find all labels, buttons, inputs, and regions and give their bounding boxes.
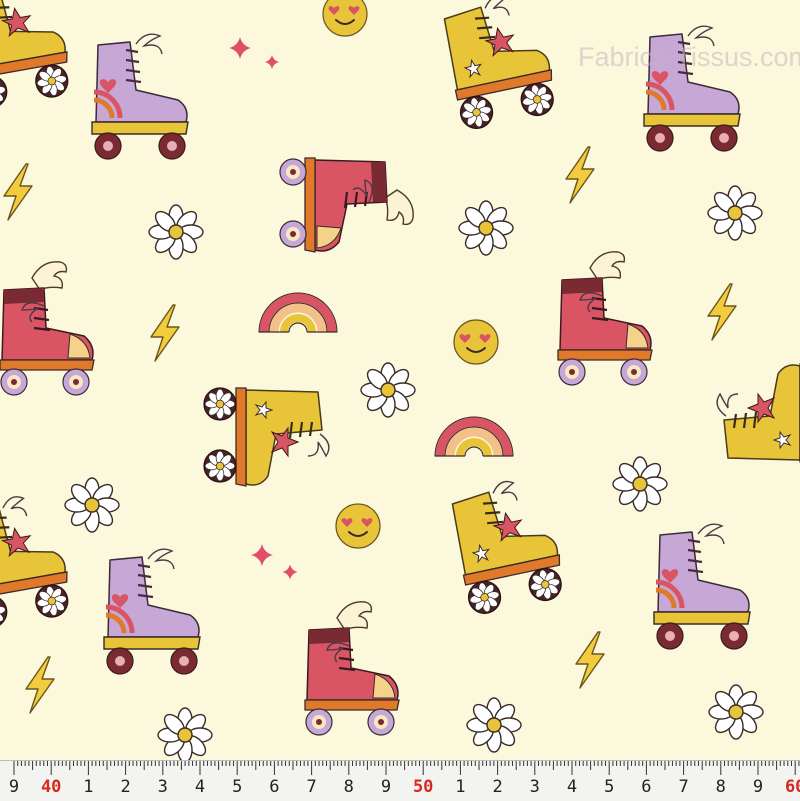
ruler-label: 4 [566, 777, 578, 797]
ruler-label: 40 [40, 777, 62, 797]
ruler-label: 1 [83, 777, 94, 797]
ruler-label: 7 [678, 777, 689, 797]
measuring-ruler: 9 40 1 2 3 4 5 6 7 8 9 50 1 2 3 4 5 6 7 8 9 60 [0, 760, 800, 801]
ruler-label: 50 [412, 777, 434, 797]
ruler-label: 2 [492, 777, 503, 797]
ruler-label: 2 [120, 777, 131, 797]
ruler-label: 9 [380, 777, 392, 797]
ruler-label: 7 [306, 777, 317, 797]
ruler-label: 6 [269, 777, 280, 797]
ruler-label: 5 [232, 777, 243, 797]
ruler-label: 8 [343, 777, 354, 797]
ruler-label: 8 [715, 777, 726, 797]
ruler-label: 5 [604, 777, 615, 797]
ruler-label: 1 [455, 777, 466, 797]
ruler-label: 3 [157, 777, 168, 797]
ruler-label: 6 [641, 777, 652, 797]
ruler-label: 4 [194, 777, 206, 797]
ruler-label: 60 [784, 777, 800, 797]
ruler-label: 9 [752, 777, 764, 797]
watermark-text: Fabrics·Tissus.com [578, 42, 800, 72]
ruler-label: 3 [529, 777, 540, 797]
ruler-label: 9 [8, 777, 20, 797]
fabric-pattern [0, 0, 800, 763]
